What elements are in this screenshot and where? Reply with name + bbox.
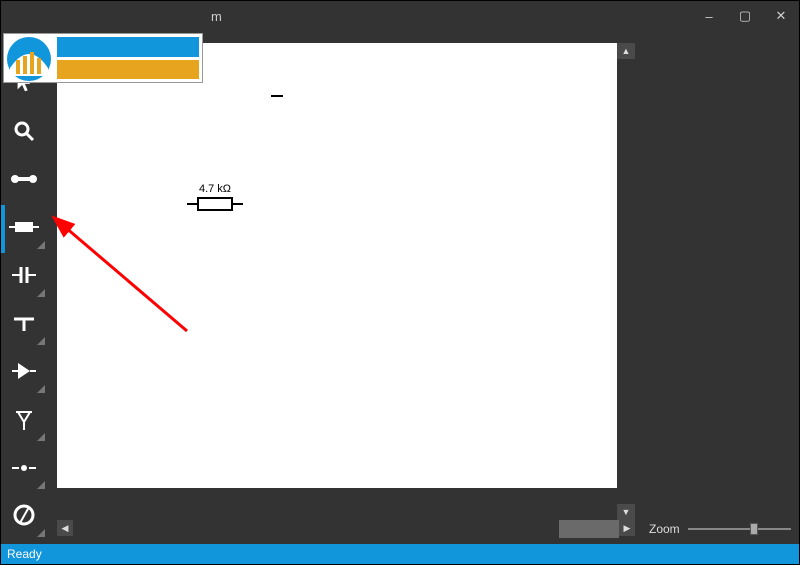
capacitor-icon	[12, 265, 36, 290]
logo-icon	[4, 34, 54, 84]
window-controls: – ▢ ✕	[691, 1, 799, 31]
diode-tool[interactable]	[1, 349, 47, 397]
scroll-up-button[interactable]: ▲	[617, 43, 635, 59]
resistor-icon	[9, 220, 39, 239]
wire-tool[interactable]	[1, 157, 47, 205]
close-button[interactable]: ✕	[763, 1, 799, 31]
statusbar: Ready	[1, 544, 799, 564]
scroll-down-button[interactable]: ▼	[617, 504, 635, 520]
flyout-indicator-icon	[37, 481, 45, 489]
vertical-scrollbar[interactable]: ▲ ▼	[617, 43, 635, 520]
zoom-slider-thumb[interactable]	[750, 523, 758, 535]
flyout-indicator-icon	[37, 337, 45, 345]
flyout-indicator-icon	[37, 433, 45, 441]
resistor-component[interactable]: 4.7 kΩ	[187, 183, 243, 211]
horizontal-scroll-thumb[interactable]	[559, 520, 619, 538]
status-text: Ready	[7, 547, 42, 561]
tee-icon	[12, 313, 36, 338]
junction-tool[interactable]	[1, 445, 47, 493]
canvas-area: 4.7 kΩ ▲ ▼ ◀	[47, 31, 641, 544]
resistor-tool[interactable]	[1, 205, 47, 253]
zoom-slider[interactable]	[688, 528, 791, 530]
titlebar: m – ▢ ✕	[1, 1, 799, 31]
app-window: m – ▢ ✕	[0, 0, 800, 565]
resistor-value-label: 4.7 kΩ	[187, 183, 243, 195]
flyout-indicator-icon	[37, 289, 45, 297]
hdots-icon	[10, 460, 38, 478]
right-panel: Zoom	[641, 31, 799, 544]
antenna-icon	[12, 408, 36, 435]
logo-overlay	[3, 33, 203, 83]
logo-bar-blue	[57, 37, 199, 57]
schematic-canvas[interactable]: 4.7 kΩ	[57, 43, 617, 488]
dumbbell-icon	[10, 172, 38, 191]
horizontal-scroll-track[interactable]	[73, 520, 619, 538]
window-title: m	[211, 9, 222, 24]
scroll-left-button[interactable]: ◀	[57, 520, 73, 536]
zoom-tool[interactable]	[1, 109, 47, 157]
maximize-button[interactable]: ▢	[727, 1, 763, 31]
scroll-right-button[interactable]: ▶	[619, 520, 635, 536]
flyout-indicator-icon	[37, 241, 45, 249]
zoom-control: Zoom	[641, 514, 799, 544]
circle-icon	[12, 503, 36, 532]
ground-tool[interactable]	[1, 301, 47, 349]
triangle-icon	[12, 361, 36, 386]
vertical-scroll-track[interactable]	[617, 59, 635, 504]
canvas-mark	[271, 95, 283, 97]
zoom-label: Zoom	[649, 522, 680, 536]
minimize-button[interactable]: –	[691, 1, 727, 31]
flyout-indicator-icon	[37, 385, 45, 393]
vertical-toolbar	[1, 31, 47, 544]
main-area: 4.7 kΩ ▲ ▼ ◀	[1, 31, 799, 544]
flyout-indicator-icon	[37, 529, 45, 537]
canvas-scroll: 4.7 kΩ ▲ ▼	[47, 31, 641, 520]
antenna-tool[interactable]	[1, 397, 47, 445]
logo-bars	[54, 34, 202, 82]
logo-bar-orange	[57, 60, 199, 80]
magnifier-icon	[12, 119, 36, 148]
capacitor-tool[interactable]	[1, 253, 47, 301]
resistor-symbol	[187, 197, 243, 211]
horizontal-scrollbar[interactable]: ◀ ▶	[57, 520, 635, 538]
circle-tool[interactable]	[1, 493, 47, 541]
